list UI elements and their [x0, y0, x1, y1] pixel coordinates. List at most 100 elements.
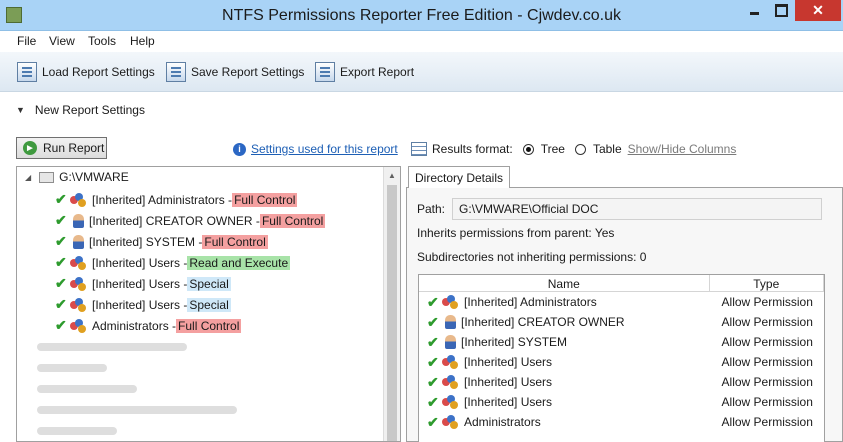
tree-item-name: [Inherited] Users - — [92, 255, 188, 270]
folder-icon — [39, 171, 55, 183]
check-icon: ✔ — [55, 191, 67, 207]
close-button[interactable]: ✕ — [795, 0, 841, 21]
radio-table[interactable] — [574, 143, 586, 155]
check-icon: ✔ — [55, 317, 67, 333]
results-format: Results format: Tree Table Show/Hide Col… — [411, 142, 736, 156]
scroll-up-icon[interactable]: ▲ — [384, 167, 400, 184]
permission-badge: Read and Execute — [187, 255, 291, 270]
permissions-grid[interactable]: Name Type ✔ [Inherited] Administrators Al… — [418, 274, 825, 442]
row-type: Allow Permission — [721, 295, 813, 309]
tree-item[interactable]: ✔ [Inherited] Administrators - Full Cont… — [55, 189, 325, 210]
blurred-folder-row[interactable] — [37, 427, 117, 435]
table-row[interactable]: ✔ [Inherited] SYSTEM Allow Permission — [419, 332, 824, 352]
tree-item-name: [Inherited] Users - — [92, 297, 188, 312]
menu-help[interactable]: Help — [130, 34, 155, 48]
row-type: Allow Permission — [721, 315, 813, 329]
check-icon: ✔ — [427, 353, 439, 370]
row-type: Allow Permission — [721, 355, 813, 369]
table-row[interactable]: ✔ [Inherited] Users Allow Permission — [419, 352, 824, 372]
radio-tree-label[interactable]: Tree — [541, 142, 565, 156]
tree-item[interactable]: ✔ [Inherited] Users - Read and Execute — [55, 252, 325, 273]
group-icon — [70, 318, 87, 333]
user-icon — [445, 315, 456, 329]
check-icon: ✔ — [55, 275, 67, 291]
menu-view[interactable]: View — [49, 34, 75, 48]
group-icon — [70, 192, 87, 207]
tree-item-name: [Inherited] CREATOR OWNER - — [89, 213, 260, 228]
collapse-triangle-icon[interactable]: ◢ — [25, 173, 31, 182]
blurred-folder-row[interactable] — [37, 364, 107, 372]
row-name: Administrators — [464, 415, 541, 429]
run-report-button[interactable]: ► Run Report — [16, 137, 107, 159]
subdirectories-not-inheriting-text: Subdirectories not inheriting permission… — [417, 250, 647, 264]
table-row[interactable]: ✔ [Inherited] Users Allow Permission — [419, 392, 824, 412]
table-row[interactable]: ✔ [Inherited] Administrators Allow Permis… — [419, 292, 824, 312]
directory-details-panel: Path: G:\VMWARE\Official DOC Inherits pe… — [406, 187, 843, 442]
menu-bar: File View Tools Help — [0, 31, 843, 52]
close-icon: ✕ — [812, 2, 824, 18]
group-icon — [442, 415, 459, 429]
tree-scrollbar[interactable]: ▲ — [383, 167, 400, 441]
export-report-icon — [315, 62, 335, 82]
menu-file[interactable]: File — [17, 34, 36, 48]
permission-badge: Full Control — [202, 234, 268, 249]
tree-item-name: Administrators - — [92, 318, 177, 333]
column-header-type[interactable]: Type — [710, 275, 824, 292]
run-icon: ► — [23, 141, 37, 155]
permissions-tree[interactable]: ◢ G:\VMWARE ✔ [Inherited] Administrators… — [16, 166, 401, 442]
user-icon — [445, 335, 456, 349]
check-icon: ✔ — [55, 296, 67, 312]
check-icon: ✔ — [55, 254, 67, 270]
settings-used-link[interactable]: Settings used for this report — [251, 142, 398, 156]
settings-used-link-group: i Settings used for this report — [233, 142, 398, 156]
blurred-folder-row[interactable] — [37, 343, 187, 351]
check-icon: ✔ — [55, 233, 67, 249]
run-report-label: Run Report — [43, 141, 105, 155]
info-icon: i — [233, 142, 246, 156]
export-report-button[interactable]: Export Report — [315, 60, 414, 84]
group-icon — [442, 355, 459, 369]
table-row[interactable]: ✔ [Inherited] Users Allow Permission — [419, 372, 824, 392]
window-title: NTFS Permissions Reporter Free Edition -… — [222, 7, 621, 24]
check-icon: ✔ — [427, 413, 439, 430]
minimize-button[interactable] — [741, 0, 768, 21]
blurred-folder-row[interactable] — [37, 385, 137, 393]
tree-item[interactable]: ✔ Administrators - Full Control — [55, 315, 325, 336]
path-field[interactable]: G:\VMWARE\Official DOC — [452, 198, 823, 220]
table-row[interactable]: ✔ [Inherited] CREATOR OWNER Allow Permiss… — [419, 312, 824, 332]
tree-item-name: [Inherited] SYSTEM - — [89, 234, 203, 249]
row-type: Allow Permission — [721, 395, 813, 409]
load-report-settings-label: Load Report Settings — [42, 65, 155, 79]
row-name: [Inherited] CREATOR OWNER — [461, 315, 625, 329]
new-report-settings-toggle[interactable]: ▼ New Report Settings — [16, 103, 145, 117]
table-format-icon — [411, 142, 427, 156]
tree-item[interactable]: ✔ [Inherited] SYSTEM - Full Control — [55, 231, 325, 252]
scroll-thumb[interactable] — [387, 185, 397, 441]
show-hide-columns-link[interactable]: Show/Hide Columns — [628, 142, 737, 156]
tree-item[interactable]: ✔ [Inherited] CREATOR OWNER - Full Contr… — [55, 210, 326, 231]
title-bar: NTFS Permissions Reporter Free Edition -… — [0, 0, 843, 31]
save-report-settings-button[interactable]: Save Report Settings — [166, 60, 304, 84]
radio-tree[interactable] — [522, 143, 534, 155]
tree-item-name: [Inherited] Users - — [92, 276, 188, 291]
tree-item[interactable]: ✔ [Inherited] Users - Special — [55, 294, 325, 315]
load-report-settings-button[interactable]: Load Report Settings — [17, 60, 155, 84]
menu-tools[interactable]: Tools — [88, 34, 116, 48]
column-header-name[interactable]: Name — [419, 275, 710, 292]
table-row[interactable]: ✔ Administrators Allow Permission — [419, 412, 824, 432]
maximize-button[interactable] — [768, 0, 795, 21]
permission-badge: Full Control — [259, 213, 326, 228]
tree-item[interactable]: ✔ [Inherited] Users - Special — [55, 273, 325, 294]
check-icon: ✔ — [427, 293, 439, 310]
tab-directory-details[interactable]: Directory Details — [408, 166, 510, 188]
user-icon — [73, 213, 84, 228]
blurred-folder-row[interactable] — [37, 406, 237, 414]
row-name: [Inherited] SYSTEM — [461, 335, 568, 349]
row-type: Allow Permission — [721, 335, 813, 349]
radio-table-label[interactable]: Table — [593, 142, 622, 156]
row-type: Allow Permission — [721, 415, 813, 429]
group-icon — [70, 255, 87, 270]
tree-root-node[interactable]: ◢ G:\VMWARE — [25, 170, 129, 184]
row-type: Allow Permission — [721, 375, 813, 389]
save-settings-icon — [166, 62, 186, 82]
